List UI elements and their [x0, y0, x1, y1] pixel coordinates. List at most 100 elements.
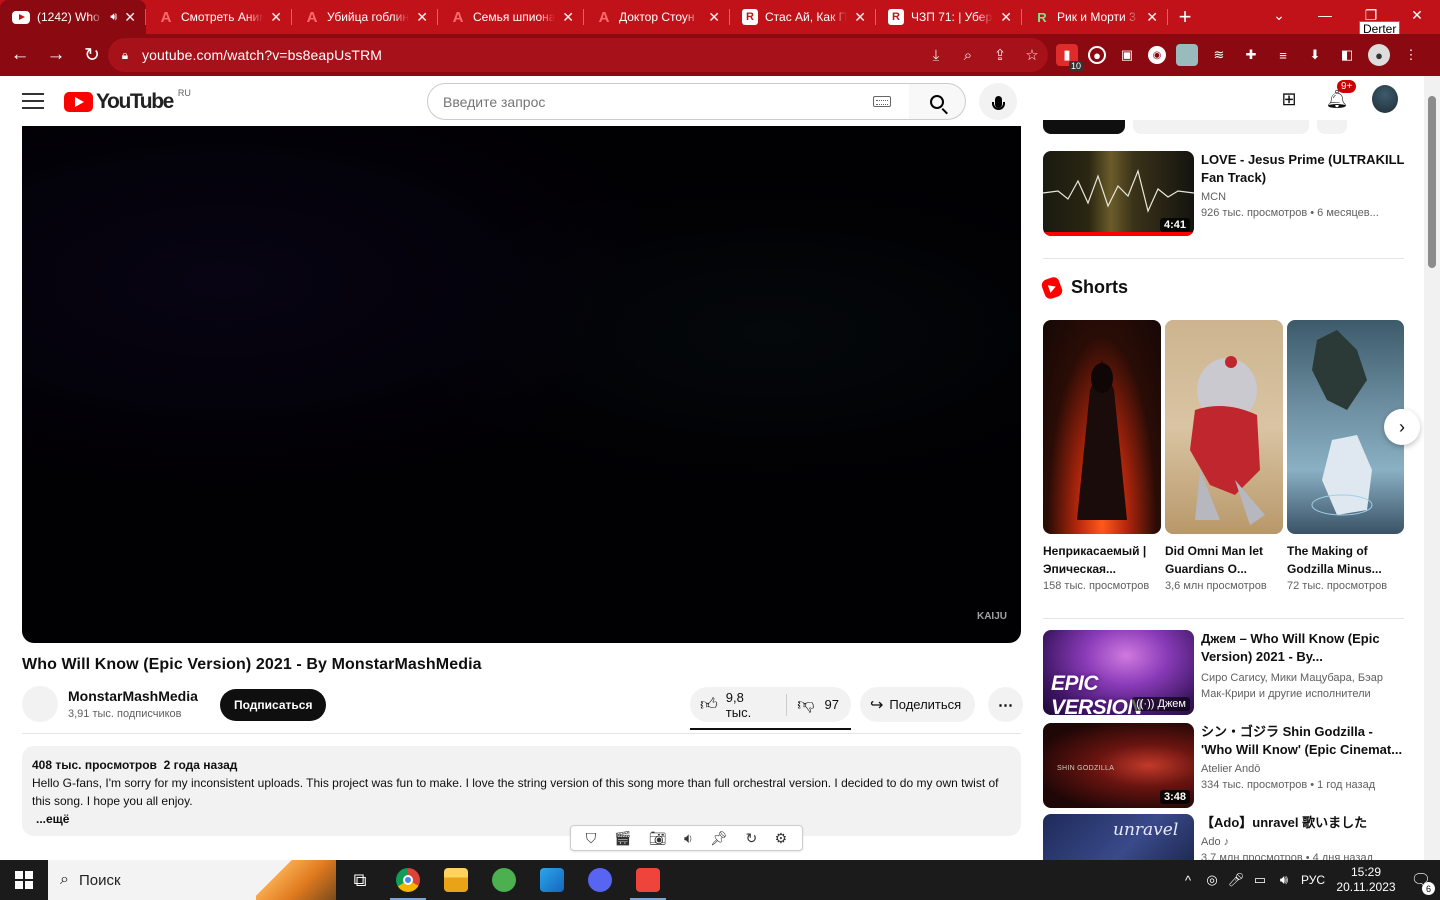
recommendation-title[interactable]: Джем – Who Will Know (Epic Version) 2021…	[1201, 630, 1405, 666]
create-video-icon[interactable]: ⊞	[1276, 86, 1302, 112]
back-arrow-icon[interactable]: ←	[4, 39, 36, 71]
chip[interactable]	[1133, 120, 1309, 134]
tray-chevron-icon[interactable]: ^	[1176, 873, 1200, 888]
webcam-icon[interactable]: ◎	[1200, 872, 1224, 888]
clapperboard-icon[interactable]: 🎬︎	[614, 830, 632, 847]
anydesk-taskbar-icon[interactable]	[624, 860, 672, 900]
discord-icon[interactable]: ◉	[1148, 46, 1166, 64]
forward-arrow-icon[interactable]: →	[40, 39, 72, 71]
download-icon[interactable]: ⬇	[1304, 44, 1326, 66]
short-item[interactable]: The Making of Godzilla Minus... 72 тыс. …	[1287, 320, 1404, 592]
youtube-logo[interactable]: YouTube RU	[64, 88, 191, 114]
utorrent-icon[interactable]	[480, 860, 528, 900]
page-scrollbar[interactable]	[1424, 76, 1440, 860]
microphone-tray-icon[interactable]: 🎤︎	[1224, 872, 1248, 888]
loop-icon[interactable]: ↻	[745, 830, 757, 847]
channel-name[interactable]: MonstarMashMedia	[68, 688, 198, 704]
new-tab-button[interactable]: +	[1168, 0, 1202, 34]
kebab-menu-icon[interactable]: ⋮	[1400, 44, 1422, 66]
tab-r-2[interactable]: R ЧЗП 71: | Уберите ✕	[876, 0, 1022, 34]
description-box[interactable]: 408 тыс. просмотров 2 года назад Hello G…	[22, 746, 1021, 836]
short-thumbnail[interactable]	[1043, 320, 1161, 534]
short-item[interactable]: Did Omni Man let Guardians O... 3,6 млн …	[1165, 320, 1283, 592]
file-explorer-icon[interactable]	[432, 860, 480, 900]
tab-youtube[interactable]: (1242) Who Will Know (Epic Version) 🔊︎ ✕	[0, 0, 146, 34]
tab-r-1[interactable]: R Стас Ай, Как Просто ✕	[730, 0, 876, 34]
close-window-button[interactable]: ✕	[1394, 0, 1440, 30]
close-tab-icon[interactable]: ✕	[270, 9, 282, 26]
show-more-link[interactable]: ...ещё	[36, 810, 1011, 828]
discord-taskbar-icon[interactable]	[576, 860, 624, 900]
minimize-button[interactable]: ―	[1302, 0, 1348, 30]
tab-anime-4[interactable]: A Доктор Стоун ✕	[584, 0, 730, 34]
tab-anime-2[interactable]: A Убийца гоблинов ✕	[292, 0, 438, 34]
clock[interactable]: 15:29 20.11.2023	[1330, 865, 1402, 895]
recommendation-item[interactable]: 4:41 LOVE - Jesus Prime (ULTRAKILL Fan T…	[1043, 151, 1405, 237]
share-button[interactable]: ↪ Поделиться	[860, 687, 976, 722]
tab-anime-1[interactable]: A Смотреть Аниме ✕	[146, 0, 292, 34]
camera-icon[interactable]: 📷︎	[649, 830, 667, 847]
settings-icon[interactable]: ⚙	[775, 830, 788, 847]
recommendation-channel[interactable]: MCN	[1201, 191, 1405, 203]
recommendation-item[interactable]: unravel 【Ado】unravel 歌いました Ado ♪ 3,7 млн…	[1043, 814, 1405, 860]
tab-anime-3[interactable]: A Семья шпиона ✕	[438, 0, 584, 34]
short-title[interactable]: The Making of Godzilla Minus...	[1287, 542, 1404, 578]
like-button[interactable]: 👍︎ 9,8 тыс.	[690, 687, 786, 722]
channel-avatar[interactable]	[22, 686, 58, 722]
extension-stack-icon[interactable]: ≋	[1208, 44, 1230, 66]
recommendation-title[interactable]: 【Ado】unravel 歌いました	[1201, 814, 1405, 832]
short-thumbnail[interactable]	[1165, 320, 1283, 534]
url-text[interactable]: youtube.com/watch?v=bs8eapUsTRM	[142, 47, 920, 63]
profile-avatar[interactable]: ●	[1368, 44, 1390, 66]
video-thumbnail[interactable]: unravel	[1043, 814, 1194, 860]
account-avatar[interactable]	[1372, 85, 1398, 113]
short-title[interactable]: Неприкасаемый | Эпическая...	[1043, 542, 1161, 578]
search-box[interactable]	[427, 83, 910, 120]
subscribe-button[interactable]: Подписаться	[220, 689, 327, 721]
office-app-icon[interactable]	[528, 860, 576, 900]
short-title[interactable]: Did Omni Man let Guardians O...	[1165, 542, 1283, 578]
zoom-icon[interactable]: ⌕	[952, 47, 984, 64]
recommendation-channel[interactable]: Ado ♪	[1201, 836, 1405, 848]
search-button[interactable]	[909, 83, 966, 120]
pin-icon[interactable]: 📌︎	[710, 830, 728, 847]
side-panel-icon[interactable]: ◧	[1336, 44, 1358, 66]
recommendation-item[interactable]: SHIN GODZILLA 3:48 シン・ゴジラ Shin Godzilla …	[1043, 723, 1405, 809]
tab-search-chevron-icon[interactable]: ⌄	[1256, 0, 1302, 30]
notifications-bell-icon[interactable]: 🔔︎ 9+	[1324, 80, 1357, 112]
speaker-icon[interactable]: 🔊︎	[110, 11, 117, 24]
close-tab-icon[interactable]: ✕	[416, 9, 428, 26]
close-tab-icon[interactable]: ✕	[708, 9, 720, 26]
more-actions-button[interactable]: ⋯	[988, 687, 1023, 722]
reload-icon[interactable]: ↻	[76, 39, 108, 71]
volume-icon[interactable]: 🔉︎	[684, 830, 693, 847]
recommendation-mix-item[interactable]: EPIC VERSION ((·)) Джем Джем – Who Will …	[1043, 626, 1405, 716]
taskbar-search-box[interactable]: ⌕ Поиск	[48, 860, 336, 900]
extension-red-icon[interactable]: ▮ 10	[1056, 44, 1083, 71]
search-input[interactable]	[443, 93, 873, 110]
close-tab-icon[interactable]: ✕	[124, 9, 136, 26]
lock-icon[interactable]: 🔒︎	[108, 48, 142, 63]
close-tab-icon[interactable]: ✕	[854, 9, 866, 26]
volume-tray-icon[interactable]: 🔊︎	[1272, 872, 1296, 888]
share-icon[interactable]: ⇪	[984, 46, 1016, 64]
extension-image-icon[interactable]	[1176, 44, 1198, 66]
network-icon[interactable]: ▭	[1248, 872, 1272, 888]
bookmark-star-icon[interactable]: ☆	[1016, 46, 1048, 64]
recommendation-title[interactable]: シン・ゴジラ Shin Godzilla - 'Who Will Know' (…	[1201, 723, 1405, 759]
channel-watermark[interactable]: KAIJU	[975, 601, 1009, 631]
puzzle-icon[interactable]: ✚	[1240, 44, 1262, 66]
task-view-icon[interactable]: ⧉	[336, 860, 384, 900]
dislike-button[interactable]: 👎︎ 97	[787, 687, 851, 722]
recommendation-channel[interactable]: Сиро Сагису, Мики Мацубара, Бэар Мак-Кри…	[1201, 670, 1405, 702]
picture-in-picture-icon[interactable]: ▣	[1116, 44, 1138, 66]
close-tab-icon[interactable]: ✕	[1146, 9, 1158, 26]
voice-search-button[interactable]	[979, 83, 1017, 120]
hamburger-menu-icon[interactable]	[22, 93, 44, 109]
address-bar[interactable]: 🔒︎ youtube.com/watch?v=bs8eapUsTRM ⤓ ⌕ ⇪…	[108, 38, 1048, 72]
mix-thumbnail[interactable]: EPIC VERSION ((·)) Джем	[1043, 630, 1194, 715]
video-thumbnail[interactable]: 4:41	[1043, 151, 1194, 236]
close-tab-icon[interactable]: ✕	[1000, 9, 1012, 26]
media-queue-icon[interactable]: ≡	[1272, 44, 1294, 66]
keyboard-icon[interactable]	[873, 96, 891, 107]
